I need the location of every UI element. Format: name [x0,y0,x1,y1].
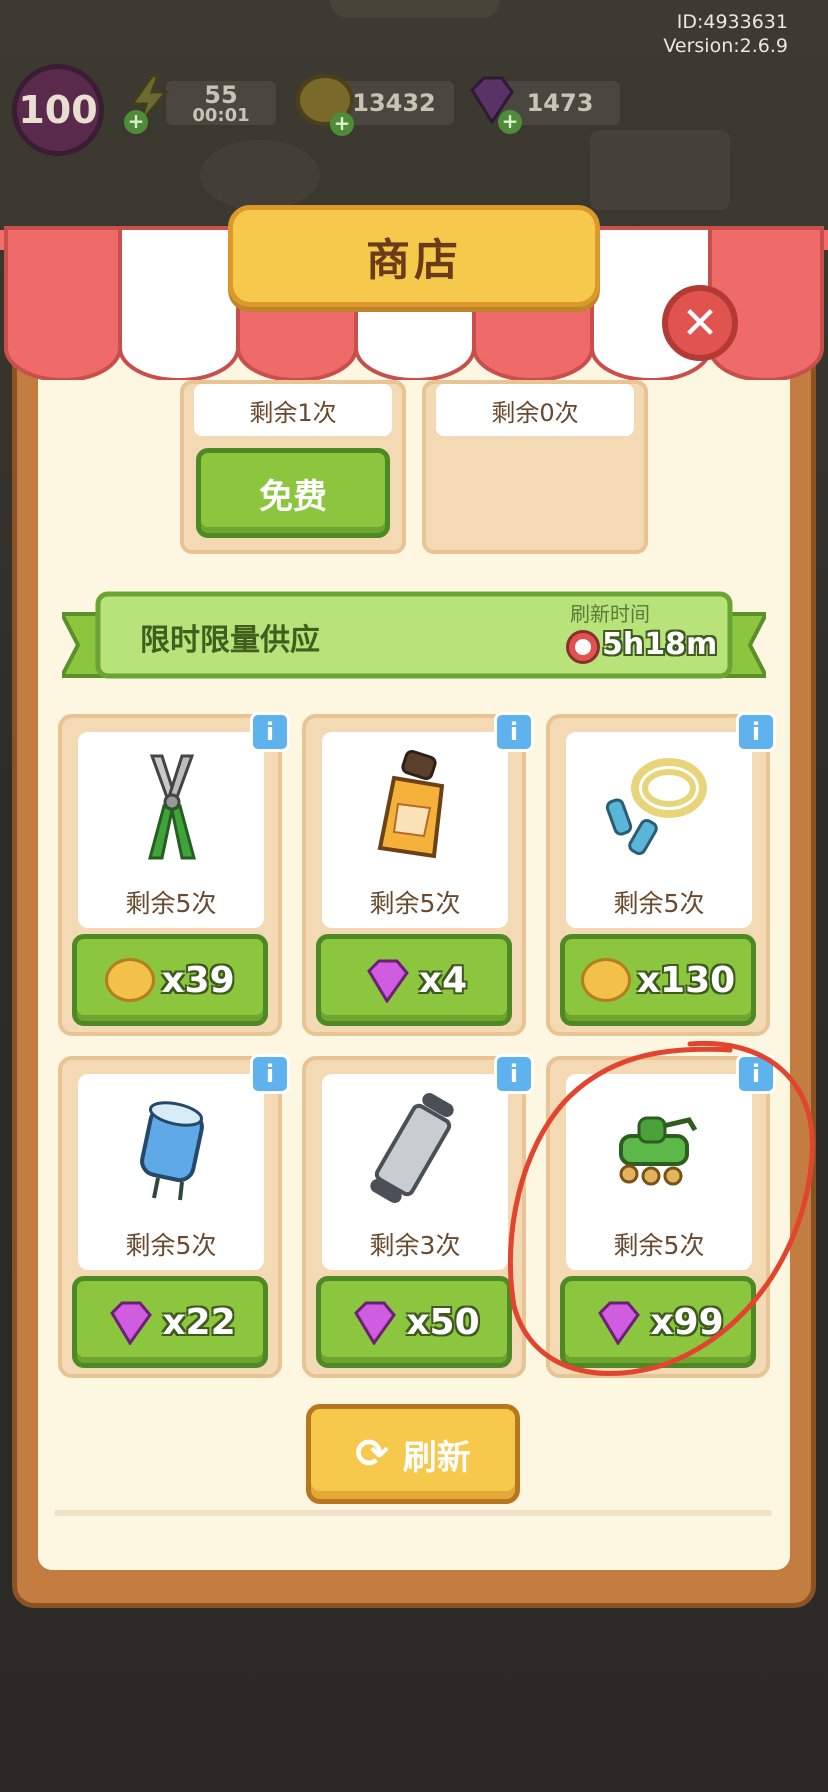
add-coins-icon[interactable]: + [330,112,354,136]
version-text: Version:2.6.9 [663,35,788,57]
background-decor [200,140,320,210]
price-label: x39 [161,959,235,1001]
top-card-2: 剩余0次 [422,380,648,554]
refresh-countdown: 5h18m [602,627,718,662]
info-icon[interactable]: i [250,712,290,752]
energy-counter[interactable]: 55 00:01 [162,77,280,129]
gem-icon [354,1301,397,1345]
buy-button[interactable]: x130 [560,934,756,1026]
remaining-count: 剩余5次 [125,1231,217,1260]
roller-icon [370,1093,454,1203]
energy-timer: 00:01 [192,105,250,126]
panel-divider [54,1510,772,1516]
limited-supply-title: 限时限量供应 [140,623,320,658]
remaining-count: 剩余3次 [369,1231,461,1260]
buy-button[interactable]: x39 [72,934,268,1026]
jump-rope-icon [605,758,707,856]
add-gems-icon[interactable]: + [498,110,522,134]
price-label: x4 [418,959,468,1001]
shop-item-card[interactable]: 剩余5次 x4 [302,714,526,1036]
free-button-label: 免费 [259,476,327,517]
price-label: x130 [636,959,736,1001]
clock-icon [566,630,600,664]
gem-icon [110,1301,153,1345]
refresh-icon: ⟳ [355,1431,389,1477]
price-label: x22 [162,1301,236,1343]
remaining-count: 剩余5次 [613,889,705,918]
refresh-time-label: 刷新时间 [570,602,650,626]
energy-value: 55 [204,81,238,109]
buy-button[interactable]: x4 [316,934,512,1026]
buy-button[interactable]: x50 [316,1276,512,1368]
coin-icon [580,958,631,1002]
capacitor-icon [140,1101,204,1201]
add-energy-icon[interactable]: + [124,110,148,134]
close-icon: ✕ [681,297,719,349]
shop-item-card[interactable]: 剩余5次 x130 [546,714,770,1036]
buy-button[interactable]: x22 [72,1276,268,1368]
highlight-annotation [507,1040,815,1376]
shop-item-card[interactable]: 剩余5次 x22 [58,1056,282,1378]
background-decor [330,0,500,18]
remaining-count: 剩余0次 [436,384,634,436]
remaining-count: 剩余5次 [125,889,217,918]
coin-value: 13432 [352,89,436,117]
background-decor [590,130,730,210]
bottle-icon [377,749,445,859]
info-icon[interactable]: i [250,1054,290,1094]
close-button[interactable]: ✕ [662,285,738,361]
level-badge[interactable]: 100 [12,64,104,156]
shop-title-plate: 商店 [228,205,600,307]
free-button[interactable]: 免费 [196,448,390,538]
shop-title: 商店 [366,235,462,286]
gem-value: 1473 [526,89,594,117]
refresh-button-label: 刷新 [402,1437,471,1478]
gem-icon [366,959,409,1003]
refresh-button[interactable]: ⟳ 刷新 [306,1404,520,1504]
level-number: 100 [18,88,98,132]
shop-item-card[interactable]: 剩余5次 x39 [58,714,282,1036]
info-icon[interactable]: i [494,712,534,752]
shop-item-card[interactable]: 剩余3次 x50 [302,1056,526,1378]
price-label: x50 [406,1301,480,1343]
player-id: ID:4933631 [676,11,788,33]
remaining-count: 剩余5次 [369,889,461,918]
pliers-icon [148,754,196,860]
coin-icon [105,958,156,1002]
remaining-count: 剩余1次 [194,384,392,436]
info-icon[interactable]: i [736,712,776,752]
